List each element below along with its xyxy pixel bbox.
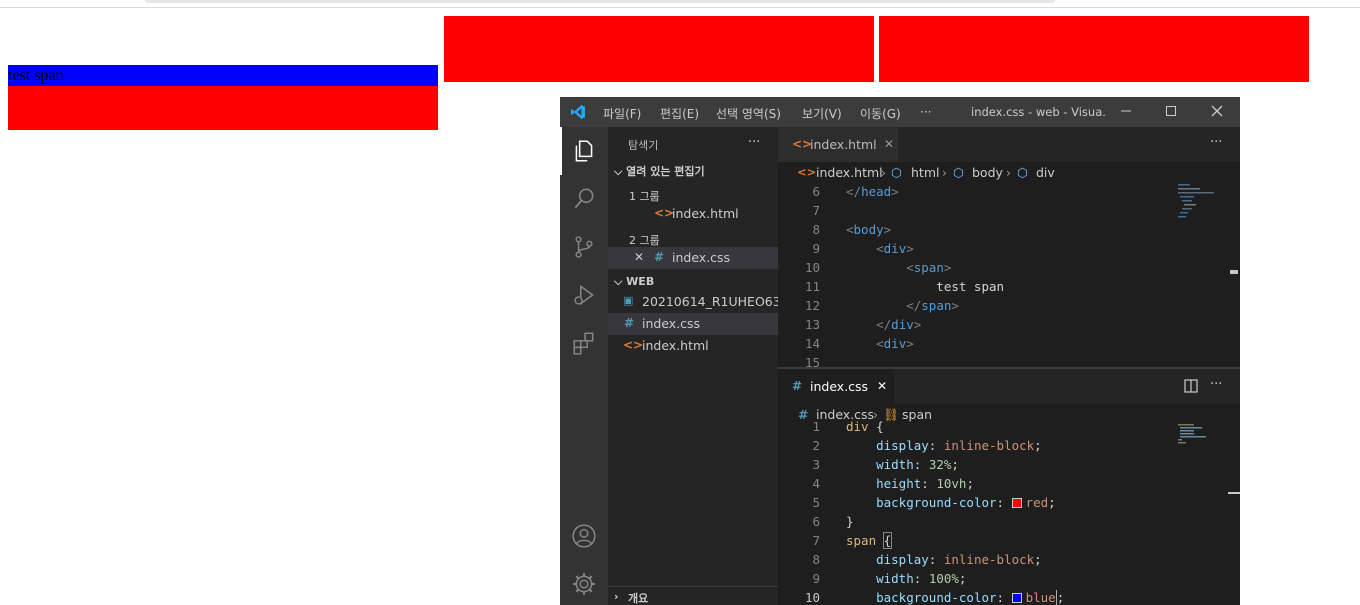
chevron-right-icon: › <box>614 590 619 603</box>
explorer-icon[interactable] <box>571 138 597 164</box>
red-div-3 <box>879 16 1309 82</box>
title-bar: 파일(F) 편집(E) 선택 영역(S) 보기(V) 이동(G) ··· ind… <box>560 97 1240 127</box>
color-swatch[interactable] <box>1011 593 1022 603</box>
chevron-right-icon: › <box>881 165 886 180</box>
search-icon[interactable] <box>571 186 597 212</box>
red-div-1 <box>8 86 438 130</box>
blue-span: test span <box>8 65 438 86</box>
code-line: } <box>846 514 854 529</box>
tab-index-html[interactable]: <> index.html ✕ <box>778 127 898 162</box>
bottom-editor-group: # index.css ✕ ··· # index.css › ⛓ span 1… <box>778 369 1240 605</box>
top-tab-bar: <> index.html ✕ ··· <box>778 127 1240 162</box>
explorer-title: 탐색기 <box>628 139 659 152</box>
breadcrumb-file[interactable]: index.html <box>816 165 883 180</box>
vscode-window: 파일(F) 편집(E) 선택 영역(S) 보기(V) 이동(G) ··· ind… <box>560 97 1240 605</box>
editor-more-button[interactable]: ··· <box>1210 135 1222 150</box>
minimap[interactable] <box>1174 182 1228 367</box>
code-line: display: inline-block; <box>876 438 1042 453</box>
outline-section[interactable]: › 개요 <box>608 586 778 605</box>
html-file-icon: <> <box>623 338 644 352</box>
chevron-right-icon: › <box>942 165 947 180</box>
explorer-sidebar: 탐색기 ··· ⌵ 열려 있는 편집기 1 그룹 <> index.html 2… <box>608 127 793 605</box>
chevron-right-icon: › <box>1006 165 1011 180</box>
close-icon[interactable]: ✕ <box>634 250 644 264</box>
code-line: background-color: blue; <box>876 590 1065 605</box>
css-file-icon: # <box>792 379 803 393</box>
menu-more[interactable]: ··· <box>920 105 931 119</box>
code-line: div { <box>846 419 884 434</box>
menu-go[interactable]: 이동(G) <box>860 105 901 122</box>
open-editor-item-css[interactable]: ✕ # index.css <box>608 247 778 269</box>
chevron-down-icon: ⌵ <box>614 165 627 178</box>
close-window-icon[interactable] <box>1209 103 1225 119</box>
element-icon: ⬡ <box>953 165 964 180</box>
group-2-label: 2 그룹 <box>629 234 660 247</box>
code-line: background-color: red; <box>876 495 1056 510</box>
activity-bar: 1 <box>560 127 608 605</box>
code-line: span { <box>846 532 893 549</box>
close-tab-icon[interactable]: ✕ <box>884 137 894 151</box>
run-debug-icon[interactable] <box>571 282 597 308</box>
code-line: display: inline-block; <box>876 552 1042 567</box>
open-editors-section[interactable]: ⌵ 열려 있는 편집기 <box>614 163 705 179</box>
tab-index-css[interactable]: # index.css ✕ <box>778 369 894 404</box>
code-line: </div> <box>876 317 922 332</box>
code-line: width: 32%; <box>876 457 959 472</box>
bottom-tab-bar: # index.css ✕ ··· <box>778 369 1240 404</box>
extensions-icon[interactable] <box>571 330 597 356</box>
html-file-icon: <> <box>797 165 817 179</box>
outlook-file-icon: ▣ <box>623 294 634 307</box>
html-code-area[interactable]: 6 7 8 9 10 11 12 13 14 15 </head> <body>… <box>778 182 1174 370</box>
code-line: </span> <box>906 298 959 313</box>
menu-view[interactable]: 보기(V) <box>802 105 842 122</box>
red-div-2 <box>444 16 874 82</box>
breadcrumb: <> index.html › ⬡ html › ⬡ body › ⬡ div <box>778 162 1240 184</box>
active-indicator <box>560 127 562 175</box>
css-code-area[interactable]: 1 2 3 4 5 6 7 8 9 10 div { display: inli… <box>778 417 1174 605</box>
group-1-label: 1 그룹 <box>629 190 660 203</box>
code-line: height: 10vh; <box>876 476 974 491</box>
menu-selection[interactable]: 선택 영역(S) <box>716 105 781 122</box>
span-text: test span <box>8 67 64 84</box>
vertical-scrollbar[interactable] <box>1228 182 1240 367</box>
top-editor-group: <> index.html ✕ ··· <> index.html › ⬡ ht… <box>778 127 1240 370</box>
menu-file[interactable]: 파일(F) <box>603 105 641 122</box>
window-title: index.css - web - Visua... <box>971 105 1105 119</box>
css-file-icon: # <box>624 316 635 330</box>
browser-address-bar-edge <box>145 0 1055 3</box>
minimize-icon[interactable] <box>1118 103 1134 119</box>
chevron-down-icon: ⌵ <box>614 275 627 288</box>
element-icon: ⬡ <box>891 165 902 180</box>
code-line: <span> <box>906 260 952 275</box>
color-swatch[interactable] <box>1011 498 1022 508</box>
breadcrumb-body[interactable]: body <box>972 165 1003 180</box>
vscode-logo-icon <box>571 105 585 119</box>
minimap[interactable] <box>1174 424 1228 605</box>
menu-edit[interactable]: 편집(E) <box>660 105 699 122</box>
css-file-icon: # <box>654 250 665 264</box>
vertical-scrollbar[interactable] <box>1228 424 1240 605</box>
breadcrumb-html[interactable]: html <box>911 165 939 180</box>
code-line: <body> <box>846 222 892 237</box>
element-icon: ⬡ <box>1017 165 1028 180</box>
code-line: test span <box>846 279 1005 294</box>
code-line: </head> <box>846 184 899 199</box>
workspace-section[interactable]: ⌵ WEB <box>614 275 654 289</box>
file-item-folder[interactable]: ▣ 20210614_R1UHEO63... <box>608 291 793 313</box>
settings-gear-icon[interactable] <box>571 571 597 597</box>
split-editor-icon[interactable] <box>1184 379 1198 393</box>
code-line: width: 100%; <box>876 571 967 586</box>
code-line: <div> <box>876 241 914 256</box>
source-control-icon[interactable] <box>571 234 597 260</box>
breadcrumb-div[interactable]: div <box>1036 165 1055 180</box>
open-editor-item-html[interactable]: <> index.html <box>608 203 778 225</box>
maximize-icon[interactable] <box>1163 103 1179 119</box>
code-line: <div> <box>876 336 914 351</box>
file-item-html[interactable]: <> index.html <box>608 335 778 357</box>
account-icon[interactable] <box>571 523 597 549</box>
file-item-css[interactable]: # index.css <box>608 313 778 335</box>
explorer-more-button[interactable]: ··· <box>748 135 760 150</box>
close-tab-icon[interactable]: ✕ <box>877 379 887 393</box>
editor-more-button[interactable]: ··· <box>1210 377 1222 392</box>
